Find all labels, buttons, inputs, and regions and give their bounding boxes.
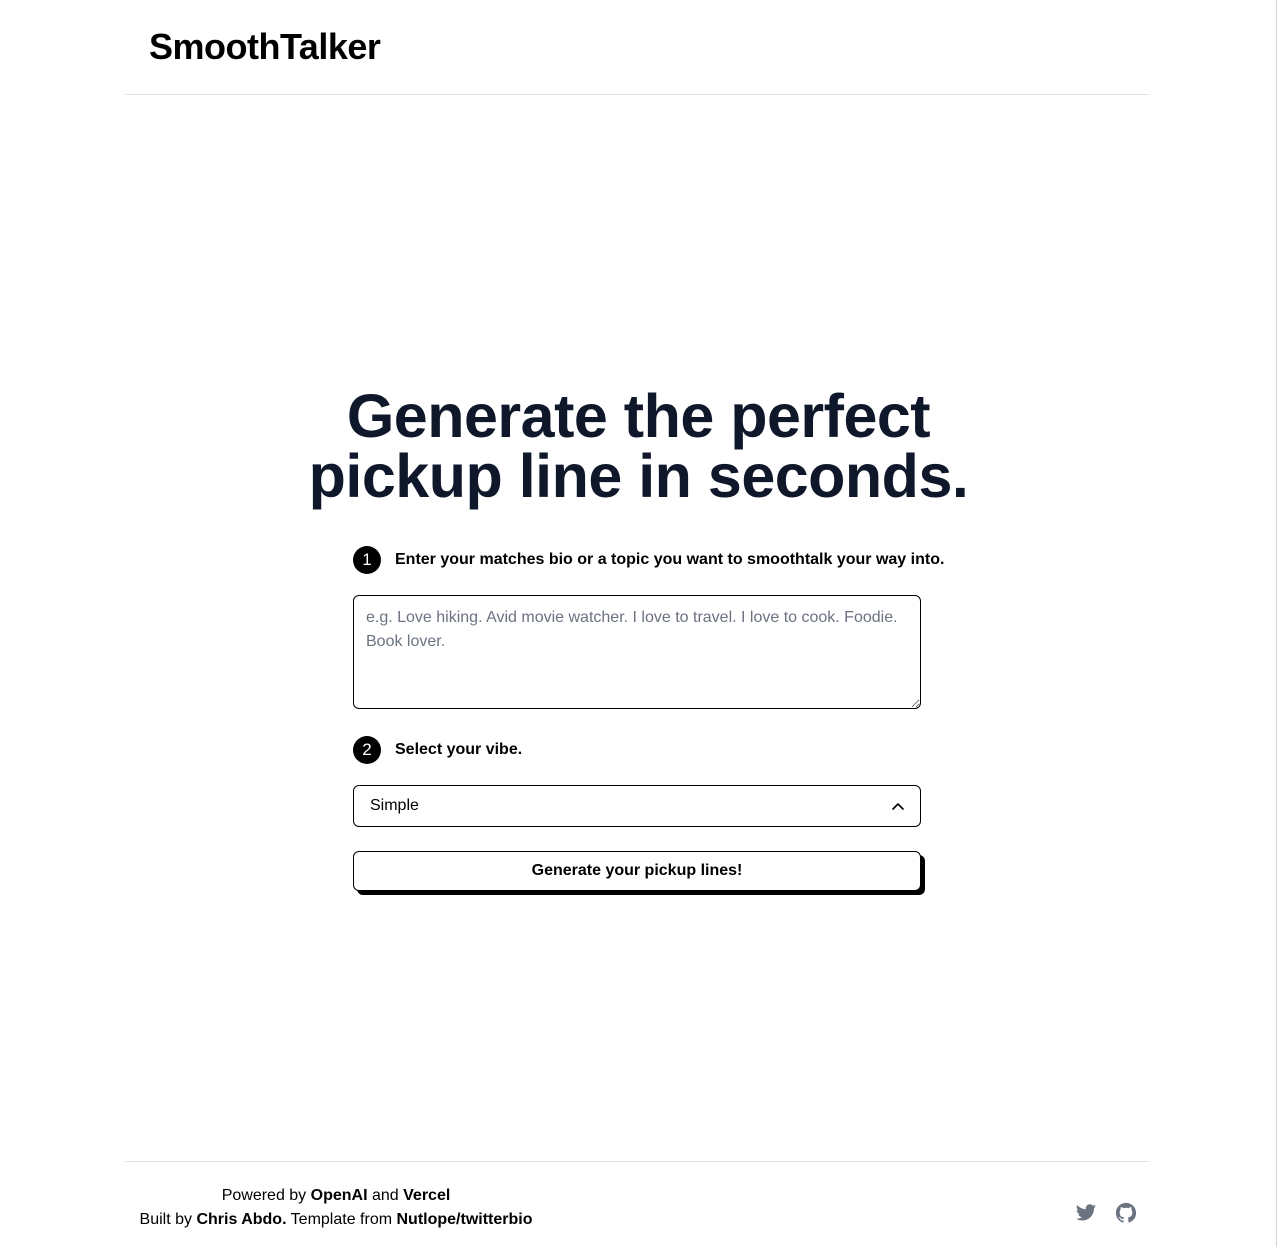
- chevron-up-icon: [892, 802, 904, 810]
- social-links: [1057, 1202, 1137, 1224]
- step-1-number: 1: [353, 546, 381, 574]
- hero-title: Generate the perfect pickup line in seco…: [0, 382, 1277, 510]
- step-1: 1 Enter your matches bio or a topic you …: [353, 545, 944, 575]
- vibe-select-value: Simple: [370, 797, 419, 814]
- step-1-label: Enter your matches bio or a topic you wa…: [395, 551, 945, 568]
- site-footer: Powered by OpenAI and Vercel Built by Ch…: [125, 1161, 1149, 1247]
- hero-title-line-2: pickup line in seconds.: [308, 442, 969, 510]
- generate-button[interactable]: Generate your pickup lines!: [353, 851, 921, 891]
- and-text: and: [371, 1187, 399, 1204]
- brand-logo[interactable]: SmoothTalker: [149, 26, 381, 68]
- github-icon[interactable]: [1115, 1202, 1137, 1224]
- vibe-select[interactable]: Simple: [353, 785, 921, 827]
- built-by-text: Built by: [139, 1211, 192, 1228]
- template-from-text: Template from: [290, 1211, 393, 1228]
- step-2-label: Select your vibe.: [395, 741, 523, 758]
- powered-by-text: Powered by: [221, 1187, 307, 1204]
- openai-link[interactable]: OpenAI: [311, 1187, 368, 1204]
- built-by-line: Built by Chris Abdo. Template from Nutlo…: [125, 1208, 547, 1232]
- footer-credits: Powered by OpenAI and Vercel Built by Ch…: [125, 1184, 547, 1232]
- step-2-number: 2: [353, 736, 381, 764]
- vercel-link[interactable]: Vercel: [403, 1187, 450, 1204]
- powered-by-line: Powered by OpenAI and Vercel: [125, 1184, 547, 1208]
- author-link[interactable]: Chris Abdo.: [196, 1211, 286, 1228]
- template-repo-link[interactable]: Nutlope/twitterbio: [397, 1211, 533, 1228]
- bio-textarea[interactable]: [353, 595, 921, 709]
- site-header: SmoothTalker: [125, 0, 1149, 95]
- hero-title-line-1: Generate the perfect: [346, 382, 931, 450]
- twitter-icon[interactable]: [1075, 1202, 1097, 1224]
- step-2: 2 Select your vibe.: [353, 735, 522, 765]
